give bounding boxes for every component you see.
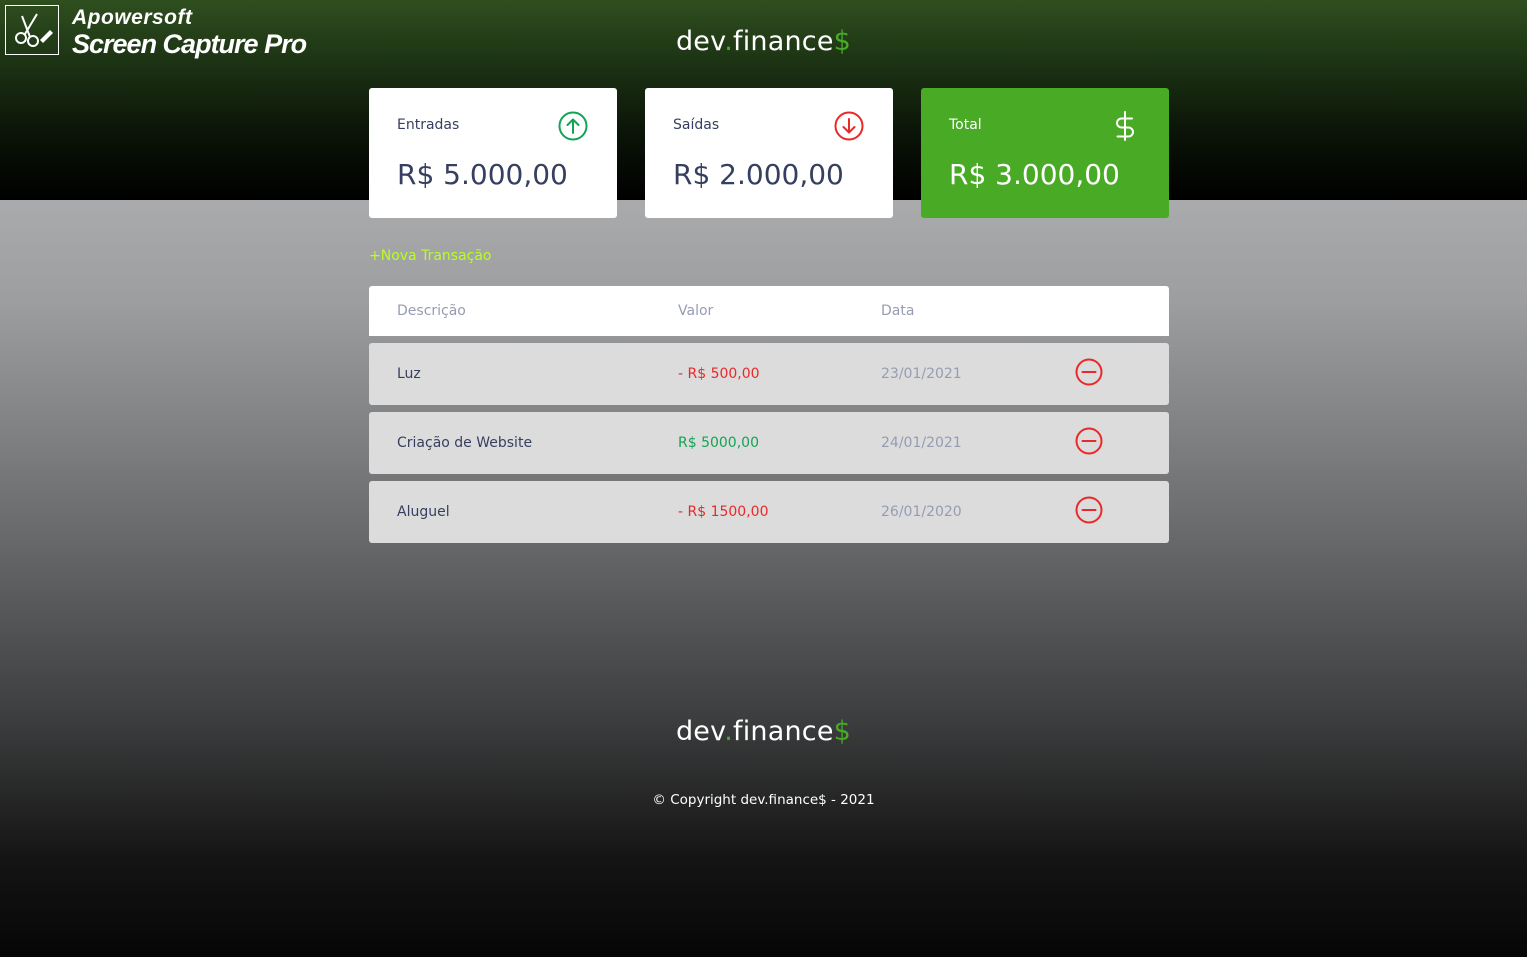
income-label: Entradas [397, 117, 460, 133]
logo-dot: . [724, 716, 733, 747]
logo-dollar: $ [833, 716, 852, 747]
footer-logo: dev.finance$ [0, 716, 1527, 747]
logo-suffix: finance [733, 26, 834, 57]
header-amount: Valor [678, 303, 714, 319]
transaction-amount: - R$ 500,00 [678, 366, 760, 382]
table-row: Aluguel - R$ 1500,00 26/01/2020 [369, 481, 1169, 543]
expense-amount: R$ 2.000,00 [673, 158, 844, 191]
copyright-text: © Copyright dev.finance$ - 2021 [652, 792, 875, 808]
transaction-date: 24/01/2021 [881, 435, 962, 451]
arrow-up-circle-icon [558, 111, 588, 141]
arrow-down-circle-icon [834, 111, 864, 141]
transaction-description: Aluguel [397, 504, 450, 520]
income-amount: R$ 5.000,00 [397, 158, 568, 191]
dollar-sign-icon [1116, 111, 1134, 141]
logo-suffix: finance [733, 716, 834, 747]
new-transaction-button[interactable]: +Nova Transação [369, 248, 492, 264]
income-card: Entradas R$ 5.000,00 [369, 88, 617, 218]
logo-text: dev [675, 716, 725, 747]
transaction-date: 23/01/2021 [881, 366, 962, 382]
transaction-date: 26/01/2020 [881, 504, 962, 520]
total-card: Total R$ 3.000,00 [921, 88, 1169, 218]
minus-circle-icon[interactable] [1074, 495, 1104, 525]
table-row: Criação de Website R$ 5000,00 24/01/2021 [369, 412, 1169, 474]
expense-card: Saídas R$ 2.000,00 [645, 88, 893, 218]
transaction-description: Criação de Website [397, 435, 533, 451]
transaction-description: Luz [397, 366, 421, 382]
logo-dot: . [724, 26, 733, 57]
total-amount: R$ 3.000,00 [949, 158, 1120, 191]
header-logo: dev.finance$ [0, 26, 1527, 57]
total-label: Total [949, 117, 982, 133]
logo-dollar: $ [833, 26, 852, 57]
transaction-amount: R$ 5000,00 [678, 435, 759, 451]
table-header: Descrição Valor Data [369, 286, 1169, 336]
header-description: Descrição [397, 303, 466, 319]
minus-circle-icon[interactable] [1074, 426, 1104, 456]
logo-text: dev [675, 26, 725, 57]
expense-label: Saídas [673, 117, 720, 133]
minus-circle-icon[interactable] [1074, 357, 1104, 387]
table-row: Luz - R$ 500,00 23/01/2021 [369, 343, 1169, 405]
header-date: Data [881, 303, 915, 319]
transaction-amount: - R$ 1500,00 [678, 504, 769, 520]
